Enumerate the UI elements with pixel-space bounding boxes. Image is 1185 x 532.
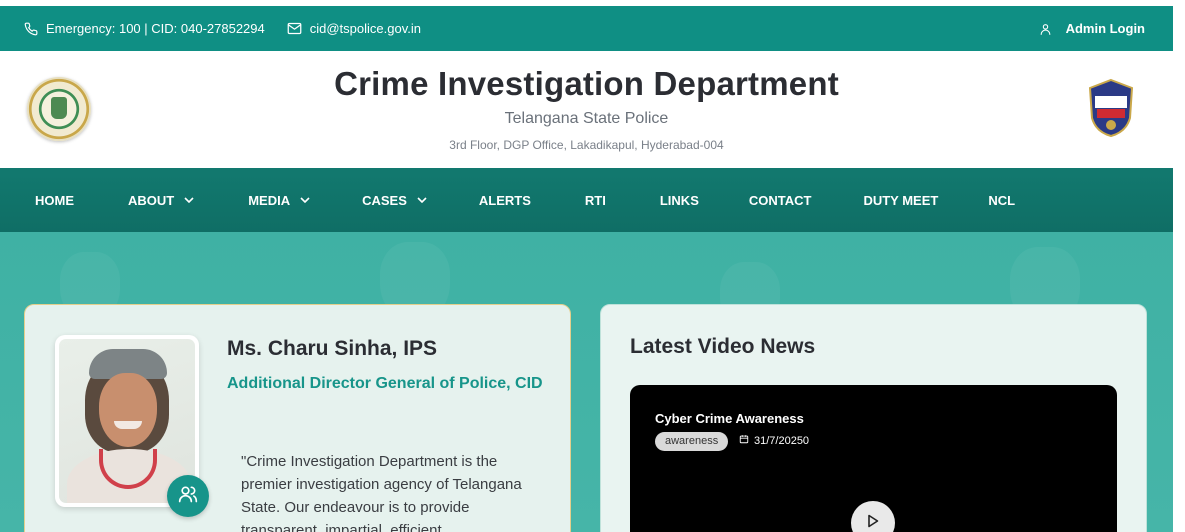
site-header: Crime Investigation Department Telangana…: [0, 51, 1173, 168]
site-subtitle: Telangana State Police: [504, 110, 669, 127]
email-link[interactable]: cid@tspolice.gov.in: [310, 21, 421, 36]
nav-links[interactable]: LINKS: [660, 193, 699, 208]
calendar-icon: [739, 432, 749, 451]
nav-media-label: MEDIA: [248, 192, 291, 208]
nav-cases[interactable]: CASES: [362, 193, 427, 208]
nav-about-label: ABOUT: [128, 192, 175, 208]
phone-icon: [24, 22, 38, 36]
nav-links-label: LINKS: [659, 192, 699, 208]
video-date-text: 31/7/20250: [754, 435, 810, 447]
nav-alerts[interactable]: ALERTS: [479, 193, 531, 208]
video-player[interactable]: Cyber Crime Awareness awareness 31/7/202…: [630, 385, 1117, 532]
mail-icon: [287, 22, 302, 35]
video-news-card: Latest Video News Cyber Crime Awareness …: [600, 304, 1147, 532]
main-navigation: HOME ABOUT MEDIA CASES ALERTS RTI LINKS …: [0, 168, 1173, 232]
chevron-down-icon: [417, 197, 427, 203]
nav-home-label: HOME: [35, 192, 74, 208]
admin-login-link[interactable]: Admin Login: [1039, 21, 1145, 36]
play-icon: [867, 514, 879, 532]
page-gutter: [1173, 0, 1185, 532]
officer-quote: "Crime Investigation Department is the p…: [241, 453, 522, 532]
nav-rti[interactable]: RTI: [585, 193, 606, 208]
nav-ncl[interactable]: NCL: [988, 193, 1015, 208]
police-badge-logo[interactable]: [1086, 78, 1136, 138]
officer-message-card: Ms. Charu Sinha, IPS Additional Director…: [24, 304, 571, 532]
officer-designation: Additional Director General of Police, C…: [227, 375, 543, 392]
email-contact[interactable]: cid@tspolice.gov.in: [287, 21, 421, 36]
play-button[interactable]: [851, 501, 895, 532]
nav-duty-meet-label: DUTY MEET: [863, 192, 939, 208]
video-title: Cyber Crime Awareness: [655, 411, 804, 426]
nav-about[interactable]: ABOUT: [128, 193, 194, 208]
nav-ncl-label: NCL: [988, 192, 1016, 208]
top-bar: Emergency: 100 | CID: 040-27852294 cid@t…: [0, 6, 1173, 51]
chevron-down-icon: [300, 197, 310, 203]
users-icon: [178, 484, 198, 509]
site-title: Crime Investigation Department: [334, 65, 839, 102]
officer-name: Ms. Charu Sinha, IPS: [227, 337, 438, 360]
team-icon-button[interactable]: [167, 475, 209, 517]
admin-login-label[interactable]: Admin Login: [1066, 21, 1145, 36]
emergency-text: Emergency: 100 | CID: 040-27852294: [46, 21, 265, 36]
video-tag: awareness: [655, 432, 729, 451]
nav-contact-label: CONTACT: [748, 192, 812, 208]
nav-media[interactable]: MEDIA: [248, 193, 310, 208]
chevron-down-icon: [184, 197, 194, 203]
office-address: 3rd Floor, DGP Office, Lakadikapul, Hyde…: [449, 138, 724, 152]
video-news-heading: Latest Video News: [630, 335, 816, 358]
emergency-contact: Emergency: 100 | CID: 040-27852294: [24, 21, 265, 36]
user-icon: [1039, 22, 1052, 36]
page: Emergency: 100 | CID: 040-27852294 cid@t…: [0, 0, 1185, 532]
hero-section: Ms. Charu Sinha, IPS Additional Director…: [0, 232, 1173, 532]
nav-rti-label: RTI: [584, 192, 606, 208]
nav-home[interactable]: HOME: [35, 193, 74, 208]
video-date: 31/7/20250: [739, 432, 809, 451]
nav-cases-label: CASES: [362, 192, 407, 208]
nav-duty-meet[interactable]: DUTY MEET: [863, 193, 938, 208]
nav-alerts-label: ALERTS: [478, 192, 531, 208]
nav-contact[interactable]: CONTACT: [749, 193, 812, 208]
